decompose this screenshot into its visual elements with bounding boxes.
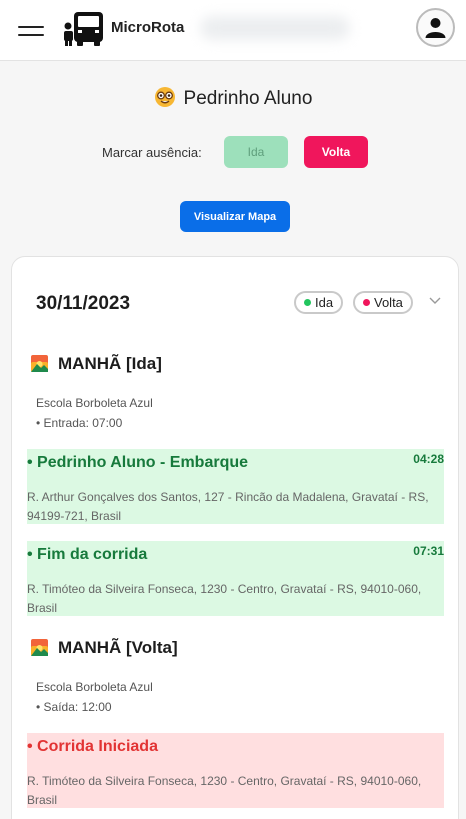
trip-card: 30/11/2023 Ida Volta MANHÃ [Ida] Escola …: [11, 256, 459, 819]
absence-volta-button[interactable]: Volta: [304, 136, 368, 168]
brand-name: MicroRota: [111, 19, 185, 36]
event-title: • Corrida Iniciada: [27, 738, 158, 755]
shift-title: MANHÃ [Ida]: [58, 354, 162, 373]
event-item[interactable]: • Pedrinho Aluno - Embarque 04:28 R. Art…: [27, 449, 444, 524]
chip-volta[interactable]: Volta: [353, 291, 413, 314]
user-avatar-icon[interactable]: [416, 8, 455, 47]
chip-volta-label: Volta: [374, 295, 403, 310]
school-name: Escola Borboleta Azul: [36, 680, 153, 694]
event-address: R. Arthur Gonçalves dos Santos, 127 - Ri…: [27, 490, 429, 523]
shift-title: MANHÃ [Volta]: [58, 638, 178, 657]
event-item[interactable]: • Fim da corrida 07:31 R. Timóteo da Sil…: [27, 541, 444, 616]
absence-ida-button[interactable]: Ida: [224, 136, 288, 168]
event-item[interactable]: • Corrida Iniciada R. Timóteo da Silveir…: [27, 733, 444, 808]
shift-time: • Entrada: 07:00: [36, 416, 123, 430]
trip-date: 30/11/2023: [36, 293, 131, 314]
sunrise-icon: [31, 355, 48, 372]
sunrise-icon: [31, 639, 48, 656]
event-time: 07:31: [413, 544, 444, 558]
menu-icon[interactable]: [18, 18, 44, 38]
bus-icon: [64, 12, 103, 46]
chip-ida-label: Ida: [315, 295, 334, 310]
event-address: R. Timóteo da Silveira Fonseca, 1230 - C…: [27, 774, 422, 807]
shift-time: • Saída: 12:00: [36, 700, 112, 714]
student-heading: Pedrinho Aluno: [0, 86, 466, 110]
ida-dot-icon: [304, 299, 311, 306]
nerd-face-icon: [154, 87, 175, 107]
event-title: • Fim da corrida: [27, 546, 148, 563]
event-title: • Pedrinho Aluno - Embarque: [27, 454, 249, 471]
event-address: R. Timóteo da Silveira Fonseca, 1230 - C…: [27, 582, 422, 615]
event-time: 04:28: [413, 452, 444, 466]
student-name: Pedrinho Aluno: [183, 88, 313, 109]
app-header: MicroRota: [0, 0, 466, 61]
view-map-button[interactable]: Visualizar Mapa: [180, 201, 290, 232]
absence-label: Marcar ausência:: [102, 145, 202, 160]
school-name: Escola Borboleta Azul: [36, 396, 153, 410]
chip-ida[interactable]: Ida: [294, 291, 344, 314]
header-blurred-area: [200, 16, 350, 40]
volta-dot-icon: [363, 299, 370, 306]
chevron-down-icon[interactable]: [429, 297, 441, 305]
